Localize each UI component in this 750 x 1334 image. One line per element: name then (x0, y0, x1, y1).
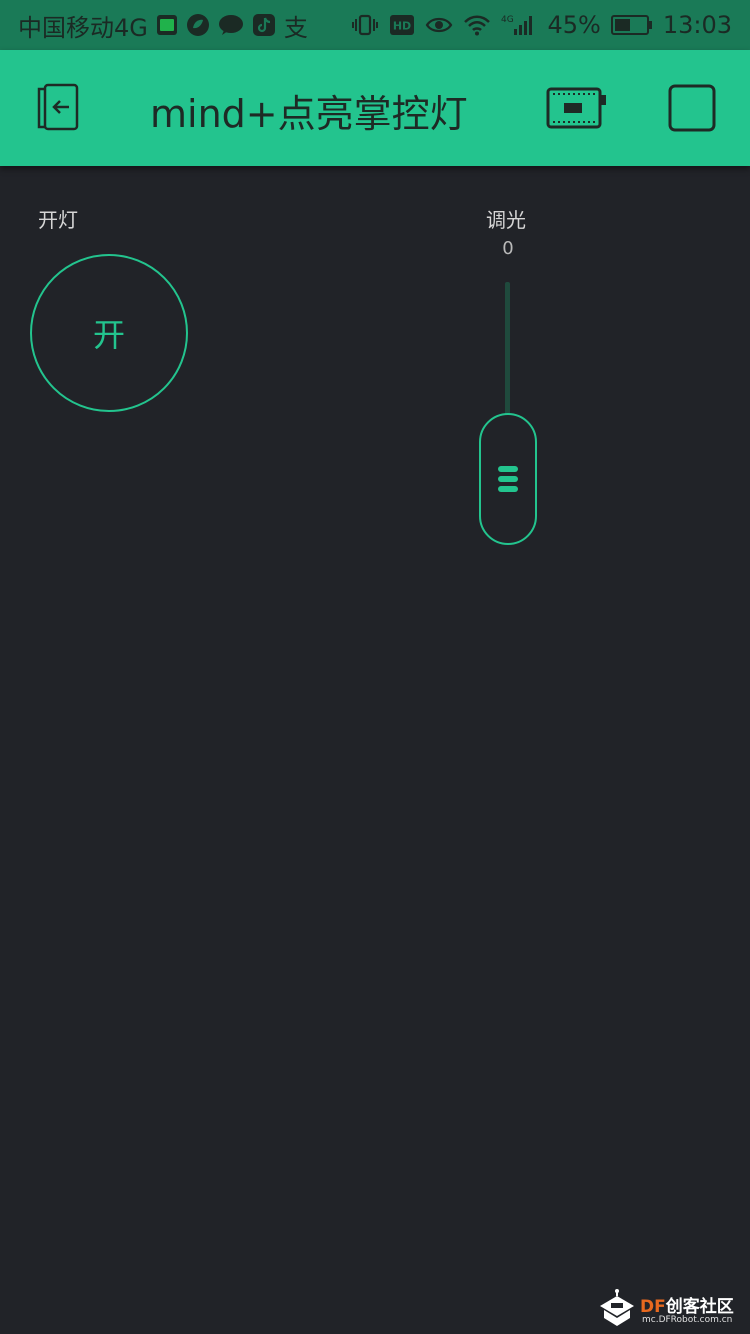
light-toggle-text: 开 (92, 316, 125, 354)
wifi-icon (463, 14, 491, 36)
slider-value: 0 (502, 238, 514, 259)
battery-percent: 45% (547, 11, 601, 39)
iqiyi-icon (156, 14, 178, 36)
hd-label: HD (393, 20, 411, 33)
stop-square-icon (667, 83, 717, 137)
dimmer-slider-handle[interactable] (479, 413, 537, 545)
app-bar: mind+点亮掌控灯 (0, 50, 750, 166)
chat-bubble-icon (218, 14, 244, 36)
watermark-brand-df: DF (640, 1297, 666, 1317)
page-title: mind+点亮掌控灯 (150, 92, 468, 136)
slider-widget-label: 调光 (486, 208, 526, 232)
button-widget-label: 开灯 (38, 208, 78, 232)
watermark-brand: DF创客社区 (640, 1292, 734, 1317)
leaf-icon (186, 13, 210, 37)
light-toggle-button[interactable]: 开 (30, 254, 188, 412)
device-board-icon (546, 86, 608, 134)
network-type: 4G (501, 15, 514, 25)
watermark-brand-rest: 创客社区 (665, 1297, 734, 1317)
grip-icon (498, 466, 518, 492)
exit-button[interactable] (30, 82, 86, 138)
status-right: HD 4G 45% 13:03 (351, 11, 732, 39)
tiktok-icon (252, 13, 276, 37)
clock: 13:03 (662, 11, 732, 39)
robot-logo-icon (596, 1288, 638, 1332)
vibrate-icon (351, 13, 379, 37)
watermark: DF创客社区 mc.DFRobot.com.cn (596, 1288, 746, 1328)
device-button[interactable] (546, 82, 608, 138)
status-left: 中国移动4G 支 (18, 8, 308, 43)
alipay-icon: 支 (283, 13, 308, 42)
hd-icon: HD (389, 14, 415, 36)
watermark-url: mc.DFRobot.com.cn (642, 1315, 733, 1325)
battery-icon (610, 14, 653, 36)
carrier-name: 中国移动4G (18, 13, 148, 42)
stop-button[interactable] (664, 82, 720, 138)
status-bar: 中国移动4G 支 HD 4G 45% 13:03 (0, 0, 750, 50)
signal-icon: 4G (501, 13, 537, 37)
eye-icon (425, 14, 453, 36)
exit-icon (31, 83, 85, 137)
